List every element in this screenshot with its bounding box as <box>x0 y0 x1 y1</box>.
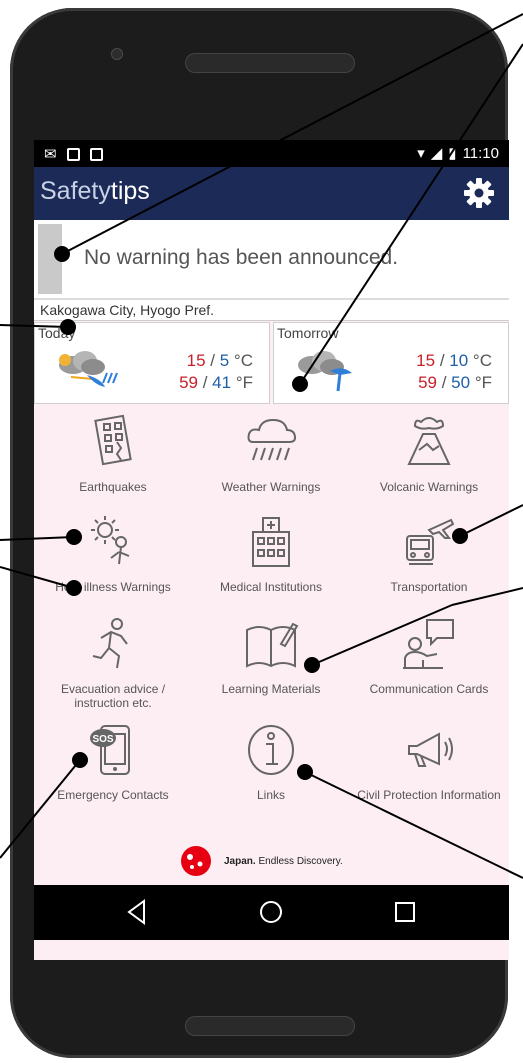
japan-flower-logo-icon <box>181 846 211 876</box>
megaphone-icon <box>408 732 453 767</box>
menu-volcanic-warnings[interactable]: Volcanic Warnings <box>350 412 508 494</box>
app-bar: Safetytips <box>34 167 509 220</box>
low-f: 41 <box>212 373 232 392</box>
unit-f: °F <box>235 373 253 392</box>
rain-cloud-icon <box>247 418 297 461</box>
forecast-temps: 15 / 5 °C 59 / 41 °F <box>179 351 253 392</box>
heat-icon <box>91 516 130 565</box>
status-time: 11:10 <box>462 144 499 162</box>
menu-label: Civil Protection Information <box>357 788 501 802</box>
low-f: 50 <box>451 373 471 392</box>
menu-links[interactable]: Links <box>192 720 350 802</box>
logo-bold: Japan. <box>224 855 256 867</box>
low-c: 5 <box>219 351 230 370</box>
menu-label: Evacuation advice / instruction etc. <box>60 682 166 710</box>
menu-label: Heat illness Warnings <box>55 580 171 594</box>
high-c: 15 <box>186 351 206 370</box>
menu-medical-institutions[interactable]: Medical Institutions <box>192 512 350 594</box>
app-title: Safetytips <box>40 177 150 206</box>
menu-communication-cards[interactable]: Communication Cards <box>350 614 508 696</box>
cloud-umbrella-icon <box>298 351 352 392</box>
menu-evacuation[interactable]: Evacuation advice / instruction etc. <box>34 614 192 710</box>
notification-icon: ✉ <box>44 146 57 163</box>
speaker-top <box>185 53 355 73</box>
location-label: Kakogawa City, Hyogo Pref. <box>34 300 509 321</box>
speech-person-icon <box>403 619 454 669</box>
menu-civil-protection[interactable]: Civil Protection Information <box>350 720 508 802</box>
app-title-bold: tips <box>110 177 150 205</box>
camera <box>111 48 123 60</box>
hospital-icon <box>252 517 290 567</box>
menu-label: Medical Institutions <box>219 580 323 594</box>
info-icon <box>248 725 294 775</box>
high-f: 59 <box>418 373 437 392</box>
app-title-light: Safety <box>40 177 111 205</box>
high-c: 15 <box>416 351 436 370</box>
menu-emergency-contacts[interactable]: SOS Emergency Contacts <box>34 720 192 802</box>
recents-icon[interactable] <box>390 897 420 927</box>
back-icon[interactable] <box>122 897 152 927</box>
home-icon[interactable] <box>256 897 286 927</box>
sos-phone-icon: SOS <box>90 725 130 775</box>
earthquake-icon <box>94 414 132 466</box>
battery-icon: ▮ <box>448 145 457 162</box>
logo-text: Endless Discovery. <box>258 855 343 867</box>
warning-panel[interactable]: No warning has been announced. <box>34 220 509 300</box>
menu-label: Learning Materials <box>221 682 321 696</box>
menu-label: Earthquakes <box>79 480 147 494</box>
running-person-icon <box>92 618 128 669</box>
status-bar: ✉ ▾ ◢ ▮ 11:10 <box>34 140 509 167</box>
wifi-icon: ▾ <box>417 145 425 162</box>
warning-level-bar <box>38 224 62 294</box>
menu-label: Transportation <box>390 580 468 594</box>
unit-c: °C <box>233 351 253 370</box>
japan-logo: Japan. Endless Discovery. <box>174 844 343 878</box>
menu-transportation[interactable]: Transportation <box>350 512 508 594</box>
gear-icon[interactable] <box>463 177 495 209</box>
menu-label: Communication Cards <box>369 682 489 696</box>
menu-learning-materials[interactable]: Learning Materials <box>192 614 350 696</box>
menu-weather-warnings[interactable]: Weather Warnings <box>192 412 350 494</box>
high-f: 59 <box>179 373 198 392</box>
menu-label: Weather Warnings <box>221 480 321 494</box>
unit-c: °C <box>472 351 492 370</box>
signal-icon: ◢ <box>430 145 443 162</box>
menu-earthquakes[interactable]: Earthquakes <box>34 412 192 494</box>
menu-label: Links <box>256 788 285 802</box>
unit-f: °F <box>474 373 492 392</box>
low-c: 10 <box>449 351 469 370</box>
image-notification-icon <box>66 147 80 161</box>
menu-heat-illness-warnings[interactable]: Heat illness Warnings <box>34 512 192 594</box>
nav-bar <box>34 885 509 940</box>
menu-label: Volcanic Warnings <box>379 480 479 494</box>
forecast-label: Today <box>38 325 76 341</box>
forecast-today[interactable]: Today 15 / 5 °C 59 / 41 °F <box>34 322 270 404</box>
book-icon <box>246 622 299 668</box>
download-notification-icon <box>89 147 103 161</box>
forecast-tomorrow[interactable]: Tomorrow 15 / 10 °C 59 / 50 °F <box>273 322 509 404</box>
screen: ✉ ▾ ◢ ▮ 11:10 Safetytips No warning has … <box>34 140 509 960</box>
cloud-rain-wind-icon <box>59 351 118 387</box>
menu-label: Emergency Contacts <box>57 788 169 802</box>
speaker-bottom <box>185 1016 355 1036</box>
forecast-label: Tomorrow <box>277 325 339 341</box>
volcano-icon <box>407 417 451 465</box>
forecast-temps: 15 / 10 °C 59 / 50 °F <box>416 351 492 392</box>
transport-icon <box>406 518 455 565</box>
warning-text: No warning has been announced. <box>84 246 399 269</box>
svg-text:SOS: SOS <box>92 734 113 745</box>
